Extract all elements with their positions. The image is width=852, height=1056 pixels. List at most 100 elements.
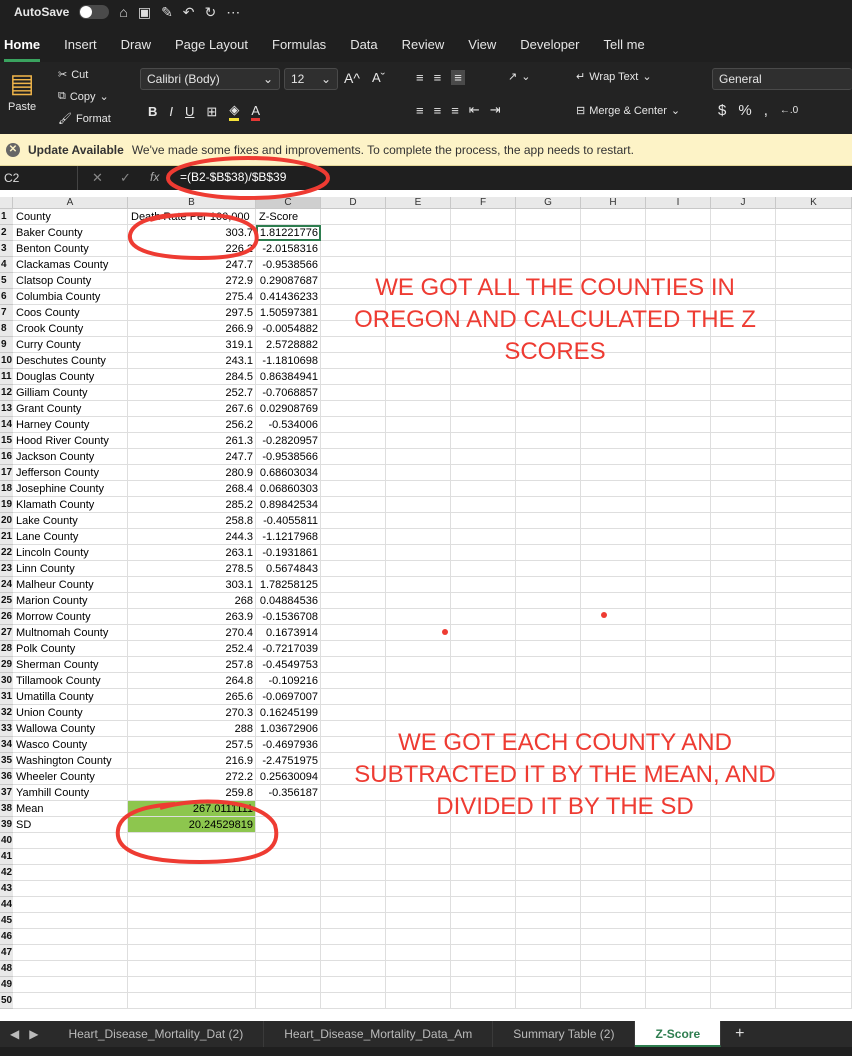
grid-cell[interactable] xyxy=(516,881,581,897)
county-cell[interactable]: Clatsop County xyxy=(13,273,128,289)
county-cell[interactable]: Lincoln County xyxy=(13,545,128,561)
grid-cell[interactable] xyxy=(13,929,128,945)
grid-cell[interactable] xyxy=(451,593,516,609)
z-score-cell[interactable]: -0.4697936 xyxy=(256,737,321,753)
scroll-right-icon[interactable]: ▶ xyxy=(29,1027,48,1041)
grid-cell[interactable] xyxy=(451,529,516,545)
grid-cell[interactable] xyxy=(321,497,386,513)
county-cell[interactable]: Wheeler County xyxy=(13,769,128,785)
column-header-a[interactable]: A xyxy=(13,197,128,209)
county-cell[interactable]: Wallowa County xyxy=(13,721,128,737)
grid-cell[interactable] xyxy=(128,913,256,929)
grid-cell[interactable] xyxy=(451,513,516,529)
grid-cell[interactable] xyxy=(581,833,646,849)
grid-cell[interactable] xyxy=(581,257,646,273)
grid-cell[interactable] xyxy=(321,833,386,849)
merge-center-button[interactable]: ⊟ Merge & Center ⌄ xyxy=(576,104,680,118)
county-cell[interactable]: Grant County xyxy=(13,401,128,417)
column-header-e[interactable]: E xyxy=(386,197,451,209)
grid-cell[interactable] xyxy=(581,625,646,641)
row-header[interactable]: 2 xyxy=(0,225,13,241)
grid-cell[interactable] xyxy=(776,497,852,513)
grid-cell[interactable] xyxy=(646,209,711,225)
grid-cell[interactable] xyxy=(776,529,852,545)
z-score-cell[interactable]: 1.50597381 xyxy=(256,305,321,321)
county-cell[interactable]: Coos County xyxy=(13,305,128,321)
grid-cell[interactable] xyxy=(516,561,581,577)
grid-cell[interactable] xyxy=(711,561,776,577)
z-score-cell[interactable]: -0.0054882 xyxy=(256,321,321,337)
grid-cell[interactable] xyxy=(451,369,516,385)
grid-cell[interactable] xyxy=(516,529,581,545)
grid-cell[interactable] xyxy=(776,481,852,497)
grid-cell[interactable] xyxy=(451,433,516,449)
row-header[interactable]: 47 xyxy=(0,945,13,961)
row-header[interactable]: 3 xyxy=(0,241,13,257)
grid-cell[interactable] xyxy=(711,897,776,913)
grid-cell[interactable] xyxy=(776,961,852,977)
grid-cell[interactable] xyxy=(581,385,646,401)
grid-cell[interactable] xyxy=(128,897,256,913)
grid-cell[interactable] xyxy=(386,593,451,609)
grid-cell[interactable] xyxy=(711,945,776,961)
grid-cell[interactable] xyxy=(386,929,451,945)
death-rate-cell[interactable]: 266.9 xyxy=(128,321,256,337)
tab-formulas[interactable]: Formulas xyxy=(272,37,338,62)
tab-view[interactable]: View xyxy=(468,37,508,62)
grid-cell[interactable] xyxy=(646,657,711,673)
grid-cell[interactable] xyxy=(451,385,516,401)
home-icon[interactable]: ⌂ xyxy=(119,4,127,20)
increase-decimal-icon[interactable]: ←.0 xyxy=(780,105,798,116)
county-cell[interactable]: Benton County xyxy=(13,241,128,257)
death-rate-cell[interactable]: 275.4 xyxy=(128,289,256,305)
name-box[interactable]: C2 xyxy=(0,166,78,190)
z-score-cell[interactable]: 0.89842534 xyxy=(256,497,321,513)
grid-cell[interactable] xyxy=(256,801,321,817)
grid-cell[interactable] xyxy=(256,833,321,849)
grid-cell[interactable] xyxy=(321,625,386,641)
font-grow-button[interactable]: A^ xyxy=(344,70,360,86)
grid-cell[interactable] xyxy=(516,433,581,449)
county-cell[interactable]: Curry County xyxy=(13,337,128,353)
grid-cell[interactable] xyxy=(581,689,646,705)
grid-cell[interactable] xyxy=(451,977,516,993)
grid-cell[interactable] xyxy=(451,657,516,673)
county-cell[interactable]: Multnomah County xyxy=(13,625,128,641)
grid-cell[interactable] xyxy=(321,513,386,529)
county-cell[interactable]: Morrow County xyxy=(13,609,128,625)
function-icon[interactable]: fx xyxy=(150,170,159,184)
column-header-j[interactable]: J xyxy=(711,197,776,209)
grid-cell[interactable] xyxy=(581,657,646,673)
font-size-select[interactable]: 12 ⌄ xyxy=(284,68,338,90)
grid-cell[interactable] xyxy=(646,913,711,929)
grid-cell[interactable] xyxy=(386,849,451,865)
county-cell[interactable]: Malheur County xyxy=(13,577,128,593)
grid-cell[interactable] xyxy=(321,929,386,945)
grid-cell[interactable] xyxy=(776,465,852,481)
column-header-c[interactable]: C xyxy=(256,197,321,209)
row-header[interactable]: 21 xyxy=(0,529,13,545)
z-score-cell[interactable]: 0.29087687 xyxy=(256,273,321,289)
grid-cell[interactable] xyxy=(646,705,711,721)
grid-cell[interactable] xyxy=(776,737,852,753)
save-icon[interactable]: ▣ xyxy=(138,4,151,21)
grid-cell[interactable] xyxy=(451,577,516,593)
grid-cell[interactable] xyxy=(581,865,646,881)
grid-cell[interactable] xyxy=(386,689,451,705)
grid-cell[interactable] xyxy=(386,433,451,449)
grid-cell[interactable] xyxy=(711,673,776,689)
grid-cell[interactable] xyxy=(646,641,711,657)
grid-cell[interactable] xyxy=(776,849,852,865)
grid-cell[interactable] xyxy=(776,369,852,385)
add-sheet-button[interactable]: + xyxy=(721,1025,758,1043)
selected-cell-c2[interactable]: 1.81221776 xyxy=(256,225,321,241)
county-cell[interactable]: Columbia County xyxy=(13,289,128,305)
death-rate-cell[interactable]: 265.6 xyxy=(128,689,256,705)
grid-cell[interactable] xyxy=(321,593,386,609)
z-score-cell[interactable]: -0.0697007 xyxy=(256,689,321,705)
grid-cell[interactable] xyxy=(451,609,516,625)
grid-cell[interactable] xyxy=(516,945,581,961)
county-cell[interactable]: Klamath County xyxy=(13,497,128,513)
close-icon[interactable]: ✕ xyxy=(6,142,20,157)
grid-cell[interactable] xyxy=(128,881,256,897)
